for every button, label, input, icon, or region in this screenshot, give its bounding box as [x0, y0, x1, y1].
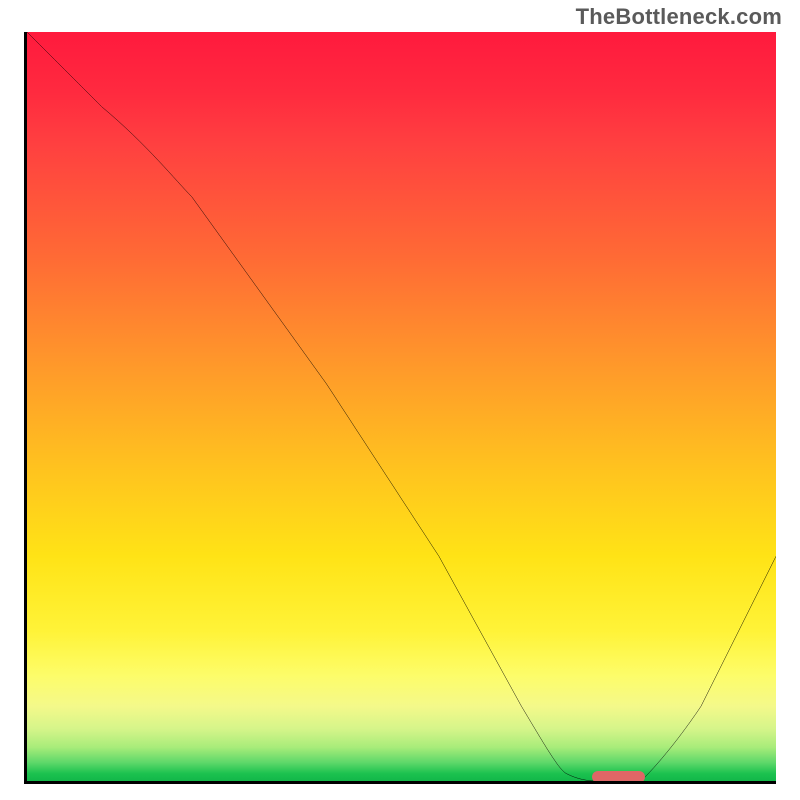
plot-area	[24, 32, 776, 784]
chart-container: TheBottleneck.com	[0, 0, 800, 800]
optimal-marker	[592, 771, 644, 783]
watermark-text: TheBottleneck.com	[576, 4, 782, 30]
bottleneck-curve	[27, 32, 776, 781]
